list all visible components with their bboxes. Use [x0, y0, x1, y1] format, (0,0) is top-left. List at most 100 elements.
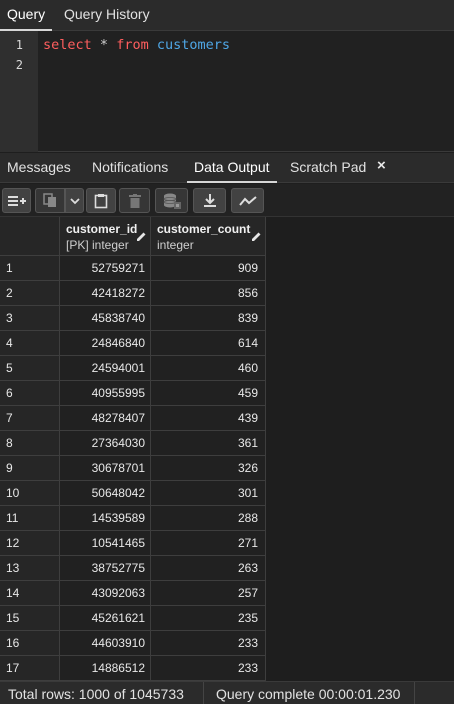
tab-query[interactable]: Query: [0, 0, 53, 31]
column-header-customer-id[interactable]: customer_id [PK] integer: [60, 217, 151, 256]
column-type: integer: [157, 238, 194, 252]
row-number-cell[interactable]: 9: [0, 456, 60, 481]
table-row[interactable]: 13 38752775 263: [0, 556, 266, 581]
customer-count-cell[interactable]: 614: [151, 331, 266, 356]
customer-count-cell[interactable]: 288: [151, 506, 266, 531]
status-bar: Total rows: 1000 of 1045733 Query comple…: [0, 681, 454, 704]
add-row-icon: [7, 195, 26, 206]
row-number-cell[interactable]: 13: [0, 556, 60, 581]
customer-count-cell[interactable]: 839: [151, 306, 266, 331]
sql-operator: *: [99, 37, 109, 53]
sql-keyword: from: [116, 37, 149, 53]
row-number-cell[interactable]: 14: [0, 581, 60, 606]
table-row[interactable]: 2 42418272 856: [0, 281, 266, 306]
customer-count-cell[interactable]: 909: [151, 256, 266, 281]
customer-id-cell[interactable]: 14886512: [60, 656, 151, 681]
table-row[interactable]: 8 27364030 361: [0, 431, 266, 456]
table-row[interactable]: 15 45261621 235: [0, 606, 266, 631]
customer-id-cell[interactable]: 40955995: [60, 381, 151, 406]
table-row[interactable]: 11 14539589 288: [0, 506, 266, 531]
copy-options-dropdown[interactable]: [65, 188, 84, 213]
customer-count-cell[interactable]: 459: [151, 381, 266, 406]
table-row[interactable]: 10 50648042 301: [0, 481, 266, 506]
row-number-cell[interactable]: 11: [0, 506, 60, 531]
customer-id-cell[interactable]: 52759271: [60, 256, 151, 281]
customer-id-cell[interactable]: 45838740: [60, 306, 151, 331]
sql-code-line[interactable]: select * from customers: [43, 37, 230, 53]
graph-visualiser-button[interactable]: [231, 188, 264, 213]
row-number-header[interactable]: [0, 217, 60, 256]
row-number-cell[interactable]: 10: [0, 481, 60, 506]
customer-id-cell[interactable]: 38752775: [60, 556, 151, 581]
row-number-cell[interactable]: 1: [0, 256, 60, 281]
customer-count-cell[interactable]: 326: [151, 456, 266, 481]
customer-id-cell[interactable]: 48278407: [60, 406, 151, 431]
customer-id-cell[interactable]: 24594001: [60, 356, 151, 381]
paste-button[interactable]: [86, 188, 116, 213]
customer-id-cell[interactable]: 14539589: [60, 506, 151, 531]
table-row[interactable]: 3 45838740 839: [0, 306, 266, 331]
customer-id-cell[interactable]: 30678701: [60, 456, 151, 481]
tab-data-output[interactable]: Data Output: [187, 153, 277, 183]
column-name: customer_id: [66, 222, 138, 236]
tab-notifications[interactable]: Notifications: [85, 153, 175, 183]
query-editor[interactable]: 1 2 select * from customers: [0, 31, 454, 152]
customer-count-cell[interactable]: 361: [151, 431, 266, 456]
add-row-button[interactable]: [2, 188, 31, 213]
table-row[interactable]: 7 48278407 439: [0, 406, 266, 431]
row-number-cell[interactable]: 4: [0, 331, 60, 356]
edit-pencil-icon[interactable]: [136, 231, 147, 242]
table-row[interactable]: 9 30678701 326: [0, 456, 266, 481]
customer-id-cell[interactable]: 50648042: [60, 481, 151, 506]
tab-query-history[interactable]: Query History: [57, 0, 157, 31]
customer-count-cell[interactable]: 233: [151, 631, 266, 656]
customer-count-cell[interactable]: 856: [151, 281, 266, 306]
row-number-cell[interactable]: 17: [0, 656, 60, 681]
customer-count-cell[interactable]: 233: [151, 656, 266, 681]
row-number-cell[interactable]: 3: [0, 306, 60, 331]
total-rows-status: Total rows: 1000 of 1045733: [8, 686, 184, 702]
sql-identifier: customers: [156, 37, 231, 53]
row-number-cell[interactable]: 12: [0, 531, 60, 556]
table-row[interactable]: 16 44603910 233: [0, 631, 266, 656]
tab-scratch-pad[interactable]: Scratch Pad: [283, 153, 373, 183]
customer-count-cell[interactable]: 271: [151, 531, 266, 556]
tab-messages[interactable]: Messages: [0, 153, 78, 183]
customer-id-cell[interactable]: 27364030: [60, 431, 151, 456]
delete-icon: [128, 193, 141, 208]
table-row[interactable]: 1 52759271 909: [0, 256, 266, 281]
customer-id-cell[interactable]: 44603910: [60, 631, 151, 656]
delete-button[interactable]: [119, 188, 150, 213]
table-row[interactable]: 14 43092063 257: [0, 581, 266, 606]
table-row[interactable]: 12 10541465 271: [0, 531, 266, 556]
download-button[interactable]: [193, 188, 226, 213]
copy-button[interactable]: [35, 188, 65, 213]
customer-count-cell[interactable]: 460: [151, 356, 266, 381]
customer-count-cell[interactable]: 263: [151, 556, 266, 581]
customer-id-cell[interactable]: 24846840: [60, 331, 151, 356]
customer-count-cell[interactable]: 235: [151, 606, 266, 631]
customer-id-cell[interactable]: 10541465: [60, 531, 151, 556]
row-number-cell[interactable]: 2: [0, 281, 60, 306]
row-number-cell[interactable]: 15: [0, 606, 60, 631]
row-number-cell[interactable]: 7: [0, 406, 60, 431]
customer-id-cell[interactable]: 42418272: [60, 281, 151, 306]
row-number-cell[interactable]: 16: [0, 631, 60, 656]
customer-count-cell[interactable]: 301: [151, 481, 266, 506]
table-row[interactable]: 5 24594001 460: [0, 356, 266, 381]
row-number-cell[interactable]: 8: [0, 431, 60, 456]
table-row[interactable]: 17 14886512 233: [0, 656, 266, 681]
save-data-button[interactable]: [155, 188, 188, 213]
row-number-cell[interactable]: 5: [0, 356, 60, 381]
close-icon[interactable]: ×: [377, 157, 386, 174]
customer-id-cell[interactable]: 45261621: [60, 606, 151, 631]
table-row[interactable]: 6 40955995 459: [0, 381, 266, 406]
customer-count-cell[interactable]: 439: [151, 406, 266, 431]
edit-pencil-icon[interactable]: [251, 231, 262, 242]
customer-id-cell[interactable]: 43092063: [60, 581, 151, 606]
customer-count-cell[interactable]: 257: [151, 581, 266, 606]
row-number-cell[interactable]: 6: [0, 381, 60, 406]
column-header-customer-count[interactable]: customer_count integer: [151, 217, 266, 256]
table-row[interactable]: 4 24846840 614: [0, 331, 266, 356]
save-data-icon: [163, 193, 181, 209]
